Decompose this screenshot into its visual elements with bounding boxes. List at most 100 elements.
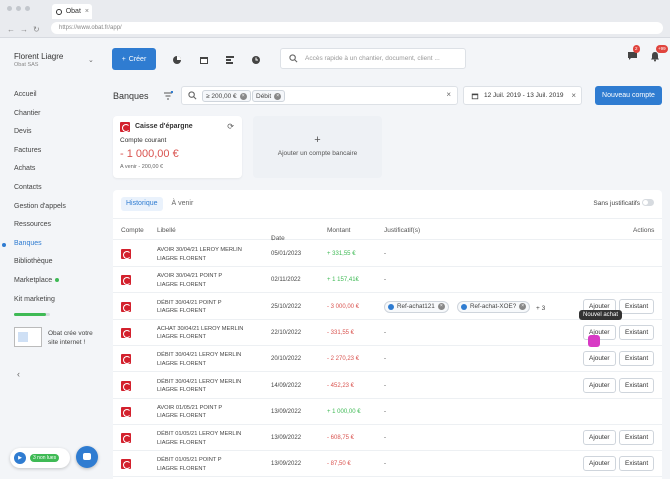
filter-input[interactable]: ≥ 200,00 € × Débit × × — [181, 86, 458, 105]
proof-empty: - — [384, 435, 386, 442]
address-bar[interactable]: https://www.obat.fr/app/ — [51, 22, 663, 34]
sidebar: Florent Liagre Obat SAS ⌄ Accueil Chanti… — [0, 38, 103, 479]
caisse-epargne-logo-icon — [121, 275, 131, 286]
add-purchase-button[interactable]: Ajouter — [583, 430, 616, 446]
remove-filter-icon[interactable]: × — [274, 92, 282, 100]
add-bank-account-card[interactable]: + Ajouter un compte bancaire — [253, 116, 382, 178]
close-tab-icon[interactable]: × — [85, 8, 89, 15]
tab-a-venir[interactable]: À venir — [167, 197, 199, 211]
clear-date-icon[interactable]: × — [571, 87, 576, 104]
document-icon — [461, 303, 467, 310]
link-existing-button[interactable]: Existant — [619, 324, 655, 340]
new-account-button[interactable]: Nouveau compte — [595, 86, 662, 105]
document-icon — [388, 303, 394, 310]
clear-filters-icon[interactable]: × — [446, 90, 451, 99]
proof-chip[interactable]: Ref-achat-XOE? × — [457, 300, 531, 313]
transaction-label-line2: LIAGRE FLORENT — [157, 413, 206, 420]
table-row[interactable]: AVOIR 01/05/21 POINT P LIAGRE FLORENT 13/0… — [113, 399, 662, 425]
messages-icon[interactable]: 2 — [627, 45, 640, 63]
table-row[interactable]: AVOIR 30/04/21 LEROY MERLIN LIAGRE FLOREN… — [113, 241, 662, 267]
sidebar-item-ressources[interactable]: Ressources — [14, 221, 66, 240]
sync-icon[interactable]: ⟳ — [227, 122, 234, 131]
sidebar-item-bibliotheque[interactable]: Bibliothèque — [14, 258, 66, 277]
sidebar-item-kit-marketing[interactable]: Kit marketing — [14, 296, 66, 315]
chat-icon[interactable] — [76, 446, 98, 468]
sidebar-item-banques[interactable]: Banques — [2, 240, 66, 259]
filter-chip-debit[interactable]: Débit × — [252, 90, 286, 102]
promo-text: Obat crée votre site internet ! — [48, 330, 93, 346]
sidebar-item-devis[interactable]: Devis — [14, 128, 66, 147]
table-row[interactable]: DÉBIT 30/04/21 LEROY MERLIN LIAGRE FLOREN… — [113, 346, 662, 373]
transaction-label-line1: AVOIR 30/04/21 LEROY MERLIN — [157, 247, 242, 253]
collapse-sidebar-icon[interactable]: ‹ — [17, 369, 20, 379]
transaction-date: 22/10/2022 — [271, 329, 302, 336]
remove-proof-icon[interactable]: × — [519, 303, 527, 311]
sidebar-item-factures[interactable]: Factures — [14, 147, 66, 166]
transaction-date: 20/10/2022 — [271, 356, 302, 363]
caisse-epargne-logo-icon — [121, 327, 131, 338]
date-range-value: 12 Juil. 2019 - 13 Juil. 2019 — [484, 92, 564, 99]
planning-icon[interactable] — [225, 55, 235, 65]
quick-search-input[interactable]: Accès rapide à un chantier, document, cl… — [280, 48, 466, 69]
no-proof-toggle-label: Sans justificatifs — [593, 200, 640, 207]
tab-historique[interactable]: Historique — [121, 197, 163, 211]
sidebar-item-achats[interactable]: Achats — [14, 165, 66, 184]
notifications-icon[interactable]: +99 — [650, 45, 668, 64]
proof-chip-label: Ref-achat121 — [397, 303, 435, 311]
chat-launcher[interactable]: ▶ 3 non lues — [10, 448, 70, 468]
back-icon[interactable]: ← — [7, 25, 15, 34]
table-row[interactable]: DÉBIT 30/04/21 LEROY MERLIN LIAGRE FLOREN… — [113, 373, 662, 399]
link-existing-button[interactable]: Existant — [619, 456, 655, 472]
forward-icon[interactable]: → — [20, 25, 28, 34]
reload-icon[interactable]: ↻ — [33, 25, 40, 34]
remove-proof-icon[interactable]: × — [437, 303, 445, 311]
chevron-down-icon[interactable]: ⌄ — [88, 56, 94, 64]
link-existing-button[interactable]: Existant — [619, 377, 655, 393]
create-button[interactable]: + Créer — [112, 48, 156, 70]
sidebar-item-accueil[interactable]: Accueil — [14, 91, 66, 110]
transaction-label: DÉBIT 30/04/21 LEROY MERLIN LIAGRE FLOREN… — [157, 378, 241, 395]
link-existing-button[interactable]: Existant — [619, 351, 655, 367]
sidebar-item-appels[interactable]: Gestion d'appels — [14, 203, 66, 222]
sidebar-item-chantier[interactable]: Chantier — [14, 110, 66, 129]
pie-chart-icon[interactable] — [172, 55, 182, 65]
add-purchase-button[interactable]: Ajouter — [583, 351, 616, 367]
table-row[interactable]: ACHAT 30/04/21 LEROY MERLIN LIAGRE FLOREN… — [113, 320, 662, 346]
no-proof-toggle[interactable] — [642, 199, 654, 206]
col-montant: Montant — [327, 227, 351, 234]
user-switcher[interactable]: Florent Liagre Obat SAS — [14, 52, 63, 68]
calendar-icon[interactable] — [199, 55, 209, 65]
transaction-amount: - 608,75 € — [327, 435, 355, 442]
date-range-picker[interactable]: 12 Juil. 2019 - 13 Juil. 2019 × — [463, 86, 582, 105]
transaction-label: AVOIR 30/04/21 LEROY MERLIN LIAGRE FLOREN… — [157, 246, 242, 263]
transaction-label-line2: LIAGRE FLORENT — [157, 439, 206, 446]
table-row[interactable]: DÉBIT 01/05/21 POINT P LIAGRE FLORENT 13/0… — [113, 451, 662, 478]
sidebar-item-contacts[interactable]: Contacts — [14, 184, 66, 203]
account-card[interactable]: Caisse d'épargne ⟳ Compte courant - 1 00… — [113, 116, 242, 178]
website-illustration-icon — [14, 327, 42, 347]
window-controls[interactable] — [7, 6, 30, 11]
link-existing-button[interactable]: Existant — [619, 430, 655, 446]
transaction-label-line1: AVOIR 30/04/21 POINT P — [157, 273, 223, 280]
add-purchase-button[interactable]: Ajouter — [583, 456, 616, 472]
table-row[interactable]: AVOIR 30/04/21 POINT P LIAGRE FLORENT 02/1… — [113, 267, 662, 294]
transaction-label-line1: AVOIR 01/05/21 POINT P — [157, 404, 223, 411]
proof-chip[interactable]: Ref-achat121 × — [384, 300, 449, 313]
add-purchase-button[interactable]: Ajouter — [583, 377, 616, 393]
kit-progress-bar — [14, 313, 50, 316]
table-row[interactable]: DÉBIT 01/05/21 LEROY MERLIN LIAGRE FLOREN… — [113, 425, 662, 452]
transaction-label-line2: LIAGRE FLORENT — [157, 387, 206, 393]
filter-icon[interactable] — [163, 91, 173, 101]
browser-tab[interactable]: Obat × — [52, 4, 92, 19]
caisse-epargne-logo-icon — [121, 301, 131, 312]
transaction-amount: - 331,55 € — [327, 329, 355, 336]
remove-filter-icon[interactable]: × — [239, 92, 247, 100]
link-existing-button[interactable]: Existant — [619, 298, 655, 314]
transaction-label-line1: DÉBIT 30/04/21 LEROY MERLIN — [157, 352, 242, 359]
more-proofs-count[interactable]: + 3 — [536, 305, 545, 312]
filter-chip-amount[interactable]: ≥ 200,00 € × — [202, 90, 251, 102]
clock-icon[interactable] — [251, 55, 261, 65]
sidebar-item-marketplace[interactable]: Marketplace — [14, 277, 66, 296]
plus-icon: + — [314, 134, 321, 146]
transaction-amount: - 87,50 € — [327, 461, 351, 468]
